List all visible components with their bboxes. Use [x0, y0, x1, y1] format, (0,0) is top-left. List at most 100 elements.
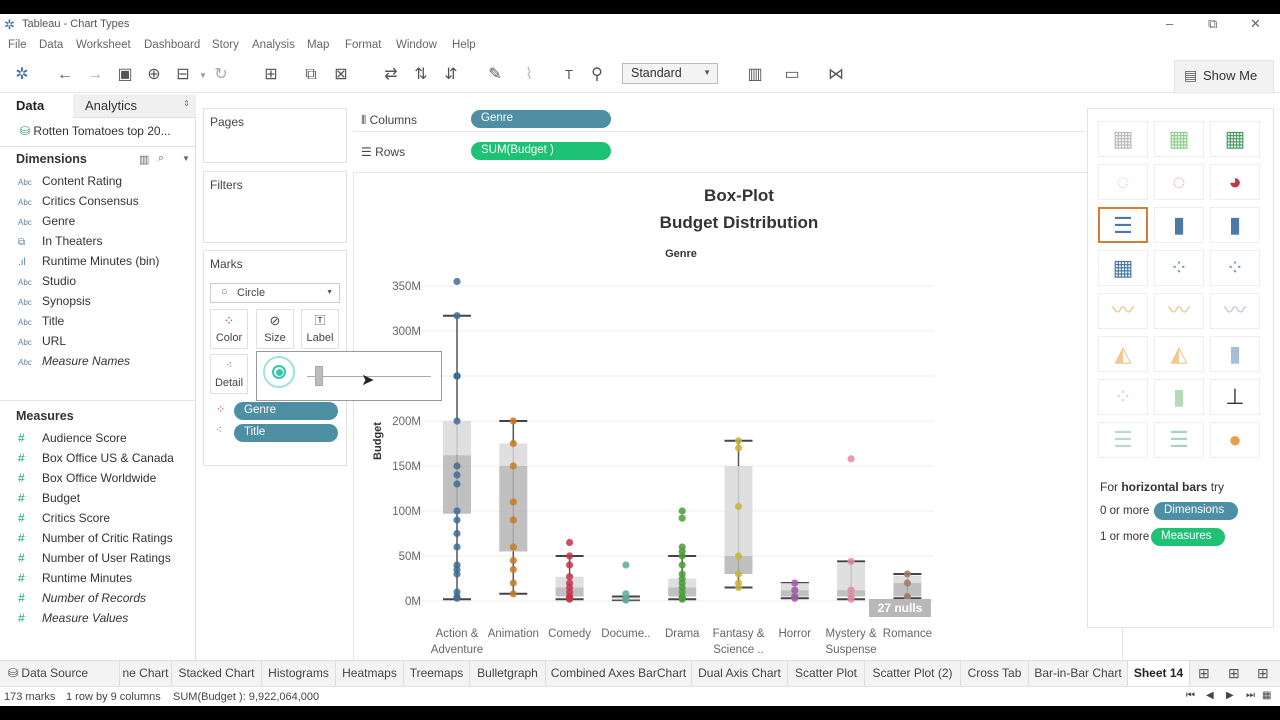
fit-dropdown[interactable]: Standard ▼ — [622, 63, 718, 84]
dimension-field[interactable]: .ıl Runtime Minutes (bin) — [18, 254, 159, 272]
new-worksheet-icon[interactable]: ⊞ — [260, 65, 282, 87]
menu-data[interactable]: Data — [39, 39, 63, 51]
new-worksheet-icon[interactable]: ⊞ — [1198, 665, 1210, 682]
title-detail-pill[interactable]: Title — [234, 424, 338, 442]
menu-help[interactable]: Help — [452, 39, 476, 51]
search-icon[interactable]: ⌕ — [158, 152, 164, 165]
pages-shelf[interactable]: Pages — [203, 108, 347, 163]
dimension-field[interactable]: Abc Content Rating — [18, 174, 122, 192]
measure-field[interactable]: # Budget — [18, 491, 80, 509]
new-dashboard-icon[interactable]: ⊞ — [1228, 665, 1240, 682]
measure-field[interactable]: # Measure Values — [18, 611, 128, 629]
measure-field[interactable]: # Number of User Ratings — [18, 551, 171, 569]
redo-icon[interactable]: → — [84, 65, 106, 87]
pie-chart-icon[interactable]: ◕ — [1210, 164, 1260, 200]
highlight-icon[interactable]: ✎ — [484, 65, 506, 87]
dimension-field[interactable]: Abc Measure Names — [18, 354, 130, 372]
rows-budget-pill[interactable]: SUM(Budget ) — [471, 142, 611, 160]
packed-bubbles-icon[interactable]: ● — [1210, 422, 1260, 458]
attachment-icon[interactable]: ⌇ — [518, 65, 540, 87]
tab-treemaps[interactable]: Treemaps — [404, 661, 470, 687]
menu-dashboard[interactable]: Dashboard — [144, 39, 200, 51]
text-label-icon[interactable]: T — [558, 65, 580, 87]
tab-dual-axis[interactable]: Dual Axis Chart — [692, 661, 788, 687]
save-icon[interactable]: ▣ — [114, 65, 136, 87]
tab-data-source[interactable]: ⛁ Data Source — [0, 661, 120, 687]
view-toggle-icon[interactable]: ▥ — [139, 153, 149, 166]
area-discrete-icon[interactable]: ◭ — [1154, 336, 1204, 372]
columns-shelf[interactable]: ⦀ Columns Genre — [353, 108, 1085, 132]
next-sheet-icon[interactable]: ▶ — [1226, 690, 1234, 701]
measure-field[interactable]: # Box Office US & Canada — [18, 451, 174, 469]
sort-descending-icon[interactable]: ⇵ — [440, 65, 462, 87]
tab-combined-axes[interactable]: Combined Axes BarChart — [546, 661, 692, 687]
duplicate-icon[interactable]: ⧉ — [300, 65, 322, 87]
menu-window[interactable]: Window — [396, 39, 437, 51]
swap-icon[interactable]: ⇄ — [380, 65, 402, 87]
lines-continuous-icon[interactable]: 〰 — [1098, 293, 1148, 329]
share-icon[interactable]: ⋈ — [825, 65, 847, 87]
stacked-bars-icon[interactable]: ▮ — [1154, 207, 1204, 243]
menu-worksheet[interactable]: Worksheet — [76, 39, 131, 51]
nulls-indicator[interactable]: 27 nulls — [869, 599, 931, 617]
measure-field[interactable]: # Box Office Worldwide — [18, 471, 156, 489]
first-sheet-icon[interactable]: ⏮ — [1186, 690, 1195, 701]
measure-field[interactable]: # Critics Score — [18, 511, 110, 529]
side-by-side-bars-icon[interactable]: ▮ — [1210, 207, 1260, 243]
side-by-side-circles-icon[interactable]: ⁘ — [1210, 250, 1260, 286]
pin-icon[interactable]: ⚲ — [586, 65, 608, 87]
tab-sheet-14[interactable]: Sheet 14 — [1128, 661, 1190, 687]
measure-field[interactable]: # Number of Critic Ratings — [18, 531, 173, 549]
datasource-item[interactable]: ⛁ Rotten Tomatoes top 20... — [20, 124, 196, 138]
close-icon[interactable]: ✕ — [1250, 16, 1261, 32]
tab-scatter-plot-2[interactable]: Scatter Plot (2) — [865, 661, 961, 687]
lines-discrete-icon[interactable]: 〰 — [1154, 293, 1204, 329]
tab-bulletgraph[interactable]: Bulletgraph — [470, 661, 546, 687]
rows-shelf[interactable]: ☰ Rows SUM(Budget ) — [353, 140, 1085, 164]
circle-views-icon[interactable]: ⁘ — [1154, 250, 1204, 286]
scatter-plot-icon[interactable]: ⁘ — [1098, 379, 1148, 415]
new-datasource-icon[interactable]: ⊕ — [143, 65, 165, 87]
histogram-icon[interactable]: ▮ — [1154, 379, 1204, 415]
tab-scatter-plot[interactable]: Scatter Plot — [788, 661, 865, 687]
highlight-table-icon[interactable]: ▦ — [1210, 121, 1260, 157]
show-cards-icon[interactable]: ▥ — [744, 65, 766, 87]
show-me-button[interactable]: ▤ Show Me — [1174, 60, 1274, 94]
label-button[interactable]: 🅃 Label — [301, 309, 339, 349]
dual-lines-icon[interactable]: 〰 — [1210, 293, 1260, 329]
undo-icon[interactable]: ← — [54, 65, 76, 87]
dimension-field[interactable]: Abc Studio — [18, 274, 76, 292]
tab-histograms[interactable]: Histograms — [262, 661, 336, 687]
menu-arrow-icon[interactable]: ▼ — [182, 154, 190, 163]
detail-button[interactable]: ⁖ Detail — [210, 354, 248, 394]
dimension-field[interactable]: Abc URL — [18, 334, 66, 352]
dual-combination-icon[interactable]: ▮ — [1210, 336, 1260, 372]
tab-heatmaps[interactable]: Heatmaps — [336, 661, 404, 687]
tab-cross-tab[interactable]: Cross Tab — [961, 661, 1029, 687]
gantt-chart-icon[interactable]: ☰ — [1098, 422, 1148, 458]
size-slider-thumb[interactable] — [315, 366, 323, 386]
tab-data[interactable]: Data — [0, 94, 73, 118]
tableau-home-icon[interactable]: ✲ — [11, 65, 33, 87]
clear-sheet-icon[interactable]: ⊠ — [330, 65, 352, 87]
text-table-icon[interactable]: ▦ — [1098, 121, 1148, 157]
presentation-icon[interactable]: ▭ — [781, 65, 803, 87]
menu-story[interactable]: Story — [212, 39, 239, 51]
measure-field[interactable]: # Runtime Minutes — [18, 571, 132, 589]
bullet-graph-icon[interactable]: ☰ — [1154, 422, 1204, 458]
new-story-icon[interactable]: ⊞ — [1257, 665, 1269, 682]
dropdown-icon[interactable]: ▼ — [199, 71, 207, 80]
tab-line-chart[interactable]: ne Chart — [120, 661, 172, 687]
dimension-field[interactable]: Abc Title — [18, 314, 64, 332]
dimension-field[interactable]: Abc Synopsis — [18, 294, 91, 312]
color-button[interactable]: ⁘ Color — [210, 309, 248, 349]
treemap-icon[interactable]: ▦ — [1098, 250, 1148, 286]
last-sheet-icon[interactable]: ⏭ — [1246, 690, 1255, 701]
columns-genre-pill[interactable]: Genre — [471, 110, 611, 128]
measure-field[interactable]: # Number of Records — [18, 591, 146, 609]
heat-map-icon[interactable]: ▦ — [1154, 121, 1204, 157]
dimension-field[interactable]: Abc Genre — [18, 214, 75, 232]
dimension-field[interactable]: Abc Critics Consensus — [18, 194, 139, 212]
measure-field[interactable]: # Audience Score — [18, 431, 127, 449]
menu-analysis[interactable]: Analysis — [252, 39, 295, 51]
